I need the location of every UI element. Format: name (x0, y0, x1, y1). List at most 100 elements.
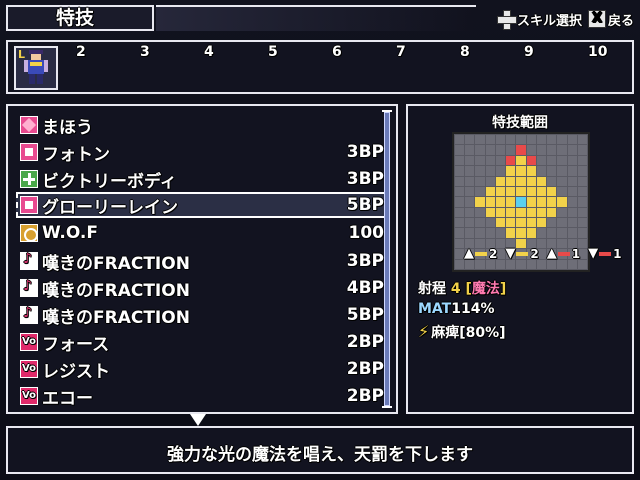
skill-row[interactable]: 嘆きのFRACTION 4BP (20, 275, 384, 301)
party-slot-8[interactable]: 8 (460, 44, 470, 60)
range-type: 魔法 (471, 281, 500, 297)
range-cell (547, 197, 557, 207)
skill-name: グローリーレイン (42, 197, 178, 218)
range-cell (557, 228, 567, 238)
skill-row[interactable]: Vo エコー 2BP (20, 383, 384, 409)
help-skill-select: スキル選択 (516, 13, 582, 29)
range-cell (455, 166, 465, 176)
range-cell (567, 197, 577, 207)
range-cell (495, 228, 506, 238)
skill-category-magic[interactable]: まほう (20, 112, 384, 138)
light-skill-icon (20, 143, 38, 161)
party-slot-1[interactable]: L (14, 46, 58, 90)
range-cell (475, 176, 485, 186)
party-slot-3[interactable]: 3 (140, 44, 150, 60)
skill-name: 嘆きのFRACTION (42, 307, 190, 328)
help-back: 戻る (607, 13, 634, 29)
skill-row[interactable]: 嘆きのFRACTION 3BP (20, 248, 384, 274)
range-cell (495, 145, 506, 155)
party-slot-bar: L 2 3 4 5 6 7 8 9 10 (6, 40, 634, 94)
range-cell (495, 166, 506, 176)
range-info: 射程 4 [魔法] (418, 278, 506, 298)
skill-row[interactable]: Vo フォース 2BP (20, 329, 384, 355)
range-cell (557, 218, 567, 228)
skill-description: 強力な光の魔法を唱え、天罰を下します (167, 445, 473, 465)
wof-icon (20, 224, 38, 242)
party-slot-9[interactable]: 9 (524, 44, 534, 60)
party-slot-4[interactable]: 4 (204, 44, 214, 60)
skill-name: エコー (42, 388, 93, 409)
range-cell (567, 207, 577, 218)
range-cell (516, 218, 526, 228)
range-cell (455, 176, 465, 186)
range-cell (526, 176, 536, 186)
skill-list: まほう フォトン 3BP ビクトリーボディ 3BP グローリーレイン 5BP W… (6, 104, 398, 414)
range-cell (465, 228, 475, 238)
range-cell (485, 155, 495, 166)
skill-name: まほう (42, 117, 93, 138)
skill-cost: 3BP (346, 169, 384, 189)
range-cell (485, 166, 495, 176)
party-slot-2[interactable]: 2 (76, 44, 86, 60)
vo-icon: Vo (20, 333, 38, 351)
range-cell (516, 135, 526, 145)
range-cell (557, 186, 567, 197)
range-cell (506, 207, 516, 218)
range-cell (516, 166, 526, 176)
range-cell (567, 135, 577, 145)
skill-cost: 3BP (346, 251, 384, 271)
range-panel-title: 特技範囲 (492, 115, 548, 131)
skill-row[interactable]: ビクトリーボディ 3BP (20, 166, 384, 192)
skill-row[interactable]: 嘆きのFRACTION 5BP (20, 302, 384, 328)
range-cell (577, 228, 587, 238)
range-cell (455, 135, 465, 145)
mat-value: 114% (451, 301, 495, 317)
range-cell (495, 259, 506, 269)
skill-row[interactable]: Vo レジスト 2BP (20, 356, 384, 382)
range-cell (577, 135, 587, 145)
skill-name: フォース (42, 334, 110, 355)
range-cell (516, 207, 526, 218)
range-cell (516, 176, 526, 186)
range-cell (516, 197, 526, 207)
range-cell (567, 155, 577, 166)
range-cell (506, 135, 516, 145)
range-cell (506, 166, 516, 176)
range-cell (536, 145, 547, 155)
party-slot-7[interactable]: 7 (396, 44, 406, 60)
skill-cost: 5BP (346, 305, 384, 325)
range-cell (475, 186, 485, 197)
skill-row[interactable]: W.O.F 100 (20, 220, 384, 246)
range-cell (455, 186, 465, 197)
range-cell (485, 218, 495, 228)
range-cell (475, 207, 485, 218)
scroll-down-arrow-icon (190, 414, 206, 426)
height-marker-down: ▼ 2 (505, 246, 539, 261)
party-slot-6[interactable]: 6 (332, 44, 342, 60)
range-cell (567, 145, 577, 155)
range-cell (495, 197, 506, 207)
skill-row[interactable]: フォトン 3BP (20, 139, 384, 165)
skill-row-selected[interactable]: グローリーレイン 5BP (16, 192, 386, 218)
range-cell (495, 207, 506, 218)
range-cell (465, 186, 475, 197)
party-slot-5[interactable]: 5 (268, 44, 278, 60)
range-cell (526, 218, 536, 228)
range-cell (506, 197, 516, 207)
menu-title-box: 特技 (6, 5, 154, 31)
range-cell (536, 228, 547, 238)
range-cell (455, 155, 465, 166)
range-cell (526, 197, 536, 207)
list-scrollbar[interactable] (382, 110, 392, 408)
skill-cost: 2BP (346, 359, 384, 379)
vo-icon: Vo (20, 360, 38, 378)
skill-name: フォトン (42, 144, 110, 165)
party-slot-10[interactable]: 10 (588, 44, 607, 60)
range-cell (516, 259, 526, 269)
range-cell (557, 166, 567, 176)
range-cell (547, 176, 557, 186)
music-note-icon (20, 305, 38, 324)
range-cell (455, 218, 465, 228)
range-cell (547, 186, 557, 197)
range-cell (577, 166, 587, 176)
